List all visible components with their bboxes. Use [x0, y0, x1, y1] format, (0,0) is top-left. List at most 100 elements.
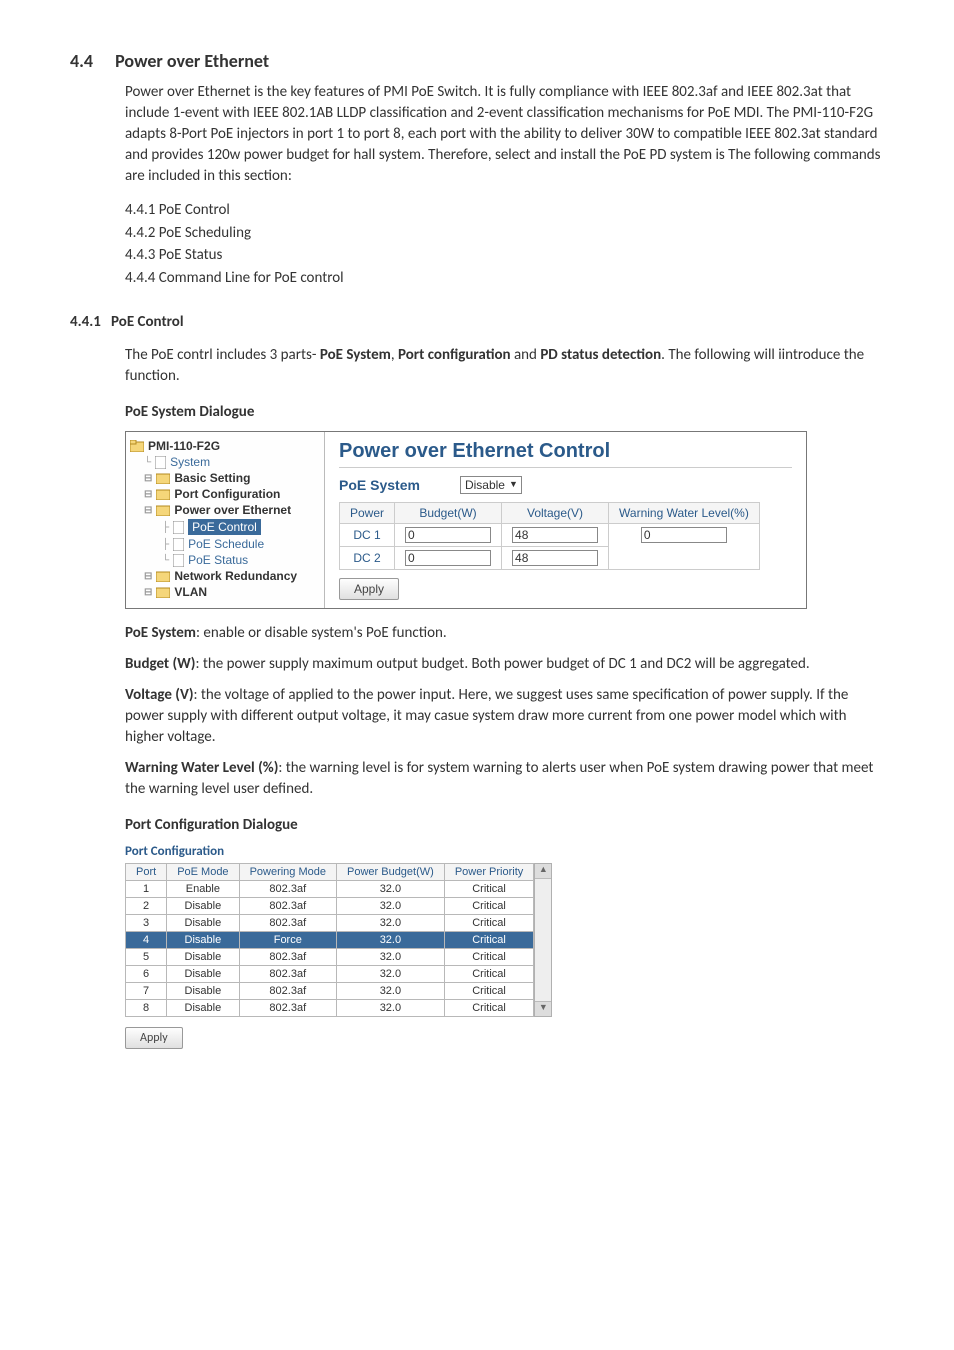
- tree-item-vlan[interactable]: ⊟ VLAN: [130, 584, 320, 600]
- cell: 32.0: [337, 966, 445, 983]
- cell: Critical: [444, 983, 533, 1000]
- apply-button[interactable]: Apply: [125, 1027, 183, 1049]
- table-row[interactable]: 8Disable802.3af32.0Critical: [126, 1000, 534, 1017]
- intro-paragraph: Power over Ethernet is the key features …: [125, 82, 884, 187]
- subsection-number: 4.4.1: [70, 313, 101, 331]
- budget-input[interactable]: 0: [405, 527, 491, 543]
- subsection-text: The PoE contrl includes 3 parts- PoE Sys…: [125, 345, 884, 387]
- row-label: DC 1: [340, 524, 395, 547]
- folder-icon: [156, 488, 170, 500]
- table-row[interactable]: 2Disable802.3af32.0Critical: [126, 898, 534, 915]
- poe-system-dropdown[interactable]: Disable: [460, 476, 522, 494]
- port-config-table: Port PoE Mode Powering Mode Power Budget…: [125, 863, 534, 1017]
- table-row[interactable]: 6Disable802.3af32.0Critical: [126, 966, 534, 983]
- desc-voltage: Voltage (V): the voltage of applied to t…: [125, 685, 884, 748]
- section-title: Power over Ethernet: [115, 50, 269, 72]
- port-conf-heading: Port Configuration Dialogue: [125, 816, 884, 834]
- tree-item-poe[interactable]: ⊟ Power over Ethernet: [130, 502, 320, 518]
- cell: Critical: [444, 966, 533, 983]
- folder-icon: [156, 472, 170, 484]
- subsection-title: PoE Control: [111, 313, 184, 331]
- tree-item-port-config[interactable]: ⊟ Port Configuration: [130, 486, 320, 502]
- scroll-down-icon[interactable]: ▼: [535, 1001, 551, 1016]
- cell: 802.3af: [239, 1000, 336, 1017]
- col-voltage: Voltage(V): [502, 503, 609, 524]
- col-priority: Power Priority: [444, 864, 533, 881]
- tree-root[interactable]: PMI-110-F2G: [130, 438, 320, 454]
- wwl-input[interactable]: 0: [641, 527, 727, 543]
- table-row[interactable]: 1Enable802.3af32.0Critical: [126, 881, 534, 898]
- cell: 32.0: [337, 881, 445, 898]
- table-row[interactable]: 4DisableForce32.0Critical: [126, 932, 534, 949]
- dialog-heading: PoE System Dialogue: [125, 403, 884, 421]
- cell: 4: [126, 932, 167, 949]
- row-label: DC 2: [340, 547, 395, 570]
- scroll-up-icon[interactable]: ▲: [535, 864, 551, 879]
- nav-tree: PMI-110-F2G └ System ⊟ Basic Setting ⊟ P…: [126, 432, 325, 608]
- tree-item-poe-schedule[interactable]: ├ PoE Schedule: [130, 536, 320, 552]
- table-row[interactable]: 5Disable802.3af32.0Critical: [126, 949, 534, 966]
- col-mode: PoE Mode: [167, 864, 239, 881]
- page-icon: [173, 554, 184, 567]
- cell: Critical: [444, 898, 533, 915]
- budget-input[interactable]: 0: [405, 550, 491, 566]
- cell: 7: [126, 983, 167, 1000]
- table-row[interactable]: 7Disable802.3af32.0Critical: [126, 983, 534, 1000]
- folder-icon: [156, 504, 170, 516]
- subsection-heading: 4.4.1 PoE Control: [70, 313, 884, 331]
- cell: 802.3af: [239, 881, 336, 898]
- subsection-list: 4.4.1 PoE Control 4.4.2 PoE Scheduling 4…: [125, 199, 884, 289]
- col-port: Port: [126, 864, 167, 881]
- tree-item-poe-control[interactable]: ├ PoE Control: [130, 518, 320, 536]
- cell: 2: [126, 898, 167, 915]
- port-conf-subtitle: Port Configuration: [125, 844, 884, 859]
- cell: Disable: [167, 1000, 239, 1017]
- panel-title: Power over Ethernet Control: [339, 440, 792, 468]
- tree-item-poe-status[interactable]: └ PoE Status: [130, 552, 320, 568]
- cell: 802.3af: [239, 949, 336, 966]
- cell: 802.3af: [239, 966, 336, 983]
- desc-poe-system: PoE System: enable or disable system's P…: [125, 623, 884, 644]
- tree-item-system[interactable]: └ System: [130, 454, 320, 470]
- list-item: 4.4.1 PoE Control: [125, 199, 884, 222]
- tree-item-net-redundancy[interactable]: ⊟ Network Redundancy: [130, 568, 320, 584]
- folder-icon: [156, 570, 170, 582]
- cell: 32.0: [337, 949, 445, 966]
- col-wwl: Warning Water Level(%): [609, 503, 760, 524]
- cell: 802.3af: [239, 983, 336, 1000]
- cell: Critical: [444, 1000, 533, 1017]
- cell: Critical: [444, 881, 533, 898]
- col-powering: Powering Mode: [239, 864, 336, 881]
- port-config-screenshot: Port PoE Mode Powering Mode Power Budget…: [125, 863, 884, 1017]
- page-icon: [173, 538, 184, 551]
- cell: 802.3af: [239, 898, 336, 915]
- table-row[interactable]: 3Disable802.3af32.0Critical: [126, 915, 534, 932]
- poe-panel: Power over Ethernet Control PoE System D…: [325, 432, 806, 608]
- poe-system-label: PoE System: [339, 477, 420, 493]
- page-icon: [155, 456, 166, 469]
- cell: 32.0: [337, 915, 445, 932]
- voltage-input[interactable]: 48: [512, 550, 598, 566]
- tree-item-basic-setting[interactable]: ⊟ Basic Setting: [130, 470, 320, 486]
- folder-icon: [156, 586, 170, 598]
- list-item: 4.4.3 PoE Status: [125, 244, 884, 267]
- voltage-input[interactable]: 48: [512, 527, 598, 543]
- col-power: Power: [340, 503, 395, 524]
- desc-wwl: Warning Water Level (%): the warning lev…: [125, 758, 884, 800]
- col-budget: Budget(W): [395, 503, 502, 524]
- cell: 3: [126, 915, 167, 932]
- cell: 32.0: [337, 898, 445, 915]
- scrollbar[interactable]: ▲ ▼: [534, 863, 552, 1017]
- poe-power-table: Power Budget(W) Voltage(V) Warning Water…: [339, 502, 760, 570]
- page-icon: [173, 521, 184, 534]
- cell: Disable: [167, 949, 239, 966]
- cell: Critical: [444, 932, 533, 949]
- table-row: DC 1 0 48 0: [340, 524, 760, 547]
- cell: 802.3af: [239, 915, 336, 932]
- apply-button[interactable]: Apply: [339, 578, 399, 600]
- col-budget: Power Budget(W): [337, 864, 445, 881]
- folder-icon: [130, 440, 144, 452]
- list-item: 4.4.2 PoE Scheduling: [125, 222, 884, 245]
- list-item: 4.4.4 Command Line for PoE control: [125, 267, 884, 290]
- section-heading: 4.4 Power over Ethernet: [70, 50, 884, 72]
